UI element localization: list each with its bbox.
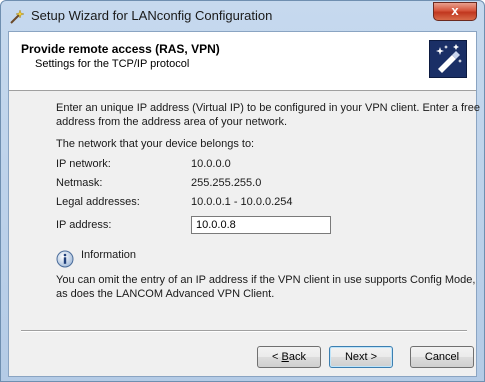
info-text-line-2: as does the LANCOM Advanced VPN Client. — [56, 288, 275, 300]
close-button[interactable]: x — [433, 2, 477, 21]
title-bar[interactable]: Setup Wizard for LANconfig Configuration… — [1, 1, 484, 31]
ip-network-label: IP network: — [56, 158, 111, 170]
legal-addresses-label: Legal addresses: — [56, 196, 140, 208]
button-separator — [21, 330, 467, 332]
page-title: Provide remote access (RAS, VPN) — [21, 42, 220, 56]
next-button[interactable]: Next > — [329, 346, 393, 368]
legal-addresses-value: 10.0.0.1 - 10.0.0.254 — [191, 196, 293, 208]
ip-network-value: 10.0.0.0 — [191, 158, 231, 170]
wizard-wand-icon — [9, 9, 25, 25]
wizard-window: Setup Wizard for LANconfig Configuration… — [0, 0, 485, 382]
ip-address-label: IP address: — [56, 219, 112, 231]
intro-text-line-2: address from the address area of your ne… — [56, 116, 288, 128]
back-prefix: < — [272, 351, 282, 363]
cancel-button[interactable]: Cancel — [410, 346, 474, 368]
netmask-value: 255.255.255.0 — [191, 177, 262, 189]
page-subtitle: Settings for the TCP/IP protocol — [35, 58, 190, 70]
wizard-client-area: Provide remote access (RAS, VPN) Setting… — [8, 31, 480, 377]
network-heading: The network that your device belongs to: — [56, 138, 255, 150]
close-icon: x — [451, 3, 459, 18]
back-rest: ack — [288, 351, 306, 363]
wizard-header: Provide remote access (RAS, VPN) Setting… — [9, 32, 476, 91]
information-label: Information — [81, 249, 137, 261]
information-icon — [56, 250, 74, 268]
netmask-label: Netmask: — [56, 177, 103, 189]
back-button[interactable]: < Back — [257, 346, 321, 368]
intro-text-line-1: Enter an unique IP address (Virtual IP) … — [56, 102, 480, 114]
info-text-line-1: You can omit the entry of an IP address … — [56, 274, 476, 286]
wizard-logo-icon — [429, 40, 467, 78]
window-title: Setup Wizard for LANconfig Configuration — [31, 8, 273, 23]
back-mnemonic: B — [281, 351, 289, 363]
ip-address-input[interactable]: 10.0.0.8 — [191, 216, 331, 234]
